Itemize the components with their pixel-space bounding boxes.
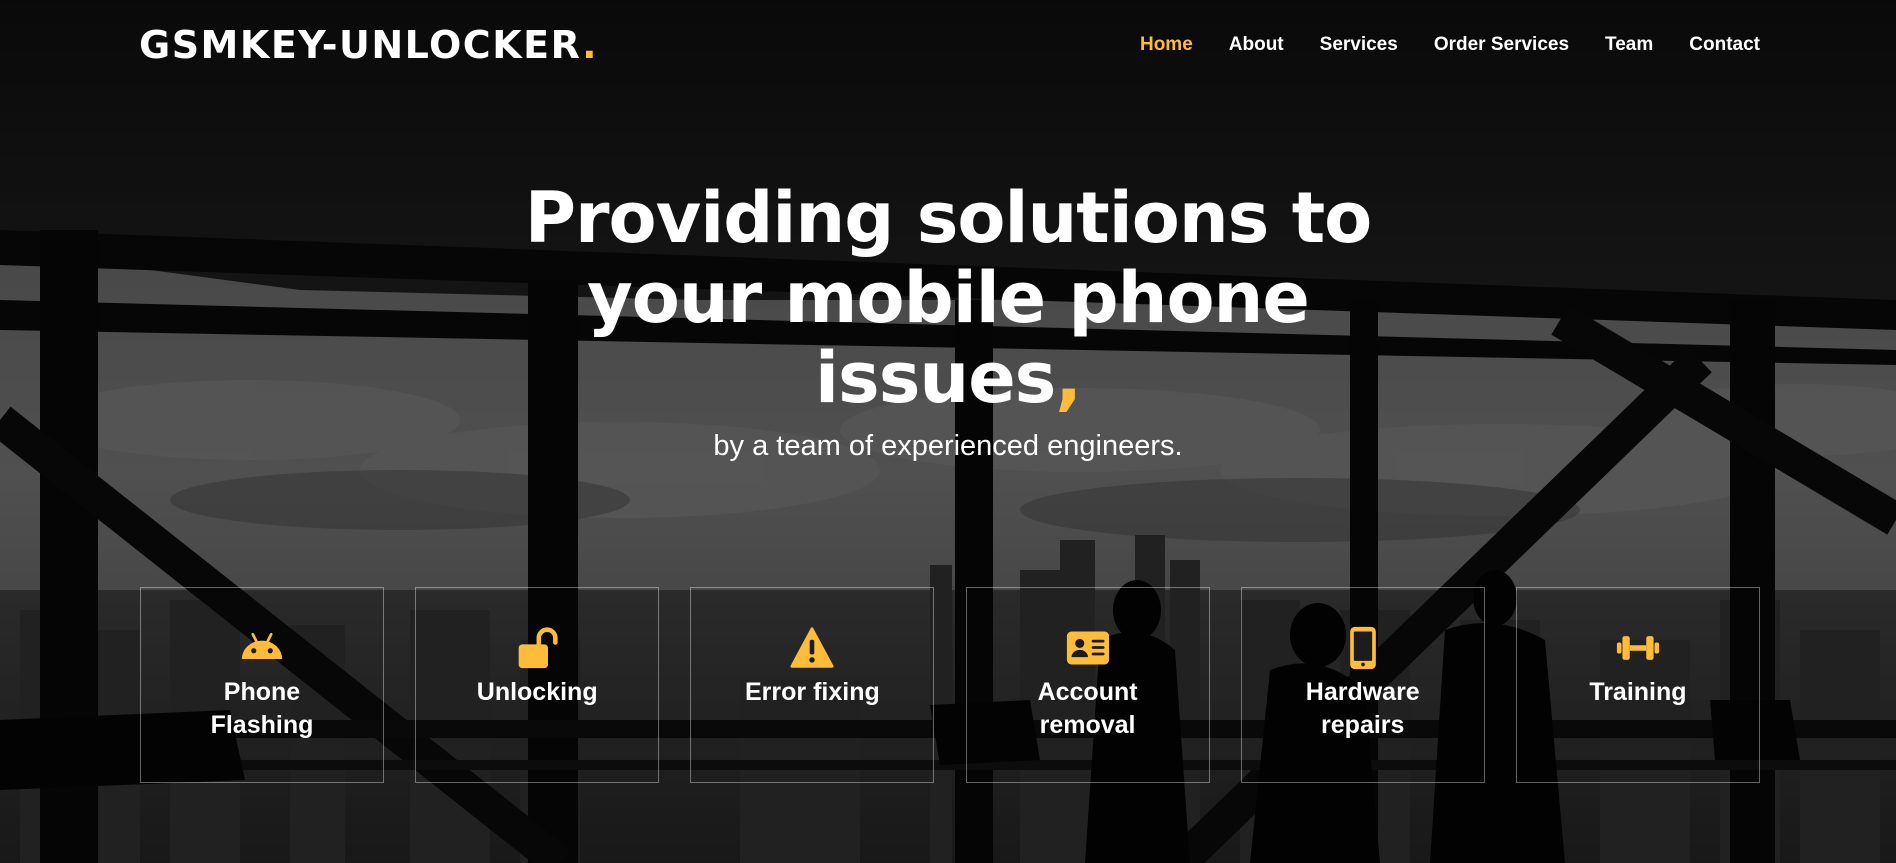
brand-logo-dot: . <box>582 23 598 67</box>
main-nav: Home About Services Order Services Team … <box>1122 30 1760 60</box>
nav-item-home[interactable]: Home <box>1122 30 1211 60</box>
nav-item-team[interactable]: Team <box>1587 30 1671 60</box>
nav-item-services[interactable]: Services <box>1302 30 1416 60</box>
hero-subtitle: by a team of experienced engineers. <box>713 430 1183 462</box>
site-header: GSMKEY-UNLOCKER. Home About Services Ord… <box>0 0 1896 90</box>
warning-icon <box>790 627 834 668</box>
brand-name: GSMKEY-UNLOCKER <box>139 23 583 67</box>
service-label: Hardware repairs <box>1305 678 1420 739</box>
services-row: Phone Flashing Unlocking Error fixing Ac… <box>140 587 1760 784</box>
service-card-training[interactable]: Training <box>1515 587 1760 783</box>
service-label: Account removal <box>1037 678 1138 739</box>
service-label: Phone Flashing <box>210 678 314 739</box>
hero-title-line-2: your mobile phone <box>587 257 1310 339</box>
nav-item-order-services[interactable]: Order Services <box>1416 30 1587 60</box>
service-card-unlocking[interactable]: Unlocking <box>415 587 660 783</box>
service-label: Unlocking <box>476 678 598 706</box>
hero-title: Providing solutions to your mobile phone… <box>0 178 1896 418</box>
brand-logo[interactable]: GSMKEY-UNLOCKER. <box>139 22 598 68</box>
unlock-icon <box>518 627 558 669</box>
id-card-icon <box>1066 631 1109 665</box>
service-card-account-removal[interactable]: Account removal <box>965 587 1210 783</box>
service-label: Training <box>1589 678 1687 706</box>
hero-title-line-3: issues, <box>0 338 1896 418</box>
hero-title-line-1: Providing solutions to <box>524 177 1373 259</box>
service-card-phone-flashing[interactable]: Phone Flashing <box>140 587 384 783</box>
android-icon <box>241 632 283 659</box>
dumbbell-icon <box>1616 636 1660 660</box>
nav-item-contact[interactable]: Contact <box>1671 30 1760 60</box>
nav-item-about[interactable]: About <box>1211 30 1302 60</box>
mobile-phone-icon <box>1349 626 1376 670</box>
hero-title-accent: , <box>1055 337 1082 419</box>
service-card-error-fixing[interactable]: Error fixing <box>690 587 935 783</box>
hero-title-line-3-text: issues <box>815 337 1056 419</box>
service-label: Error fixing <box>745 678 880 706</box>
service-card-hardware-repairs[interactable]: Hardware repairs <box>1240 587 1485 783</box>
